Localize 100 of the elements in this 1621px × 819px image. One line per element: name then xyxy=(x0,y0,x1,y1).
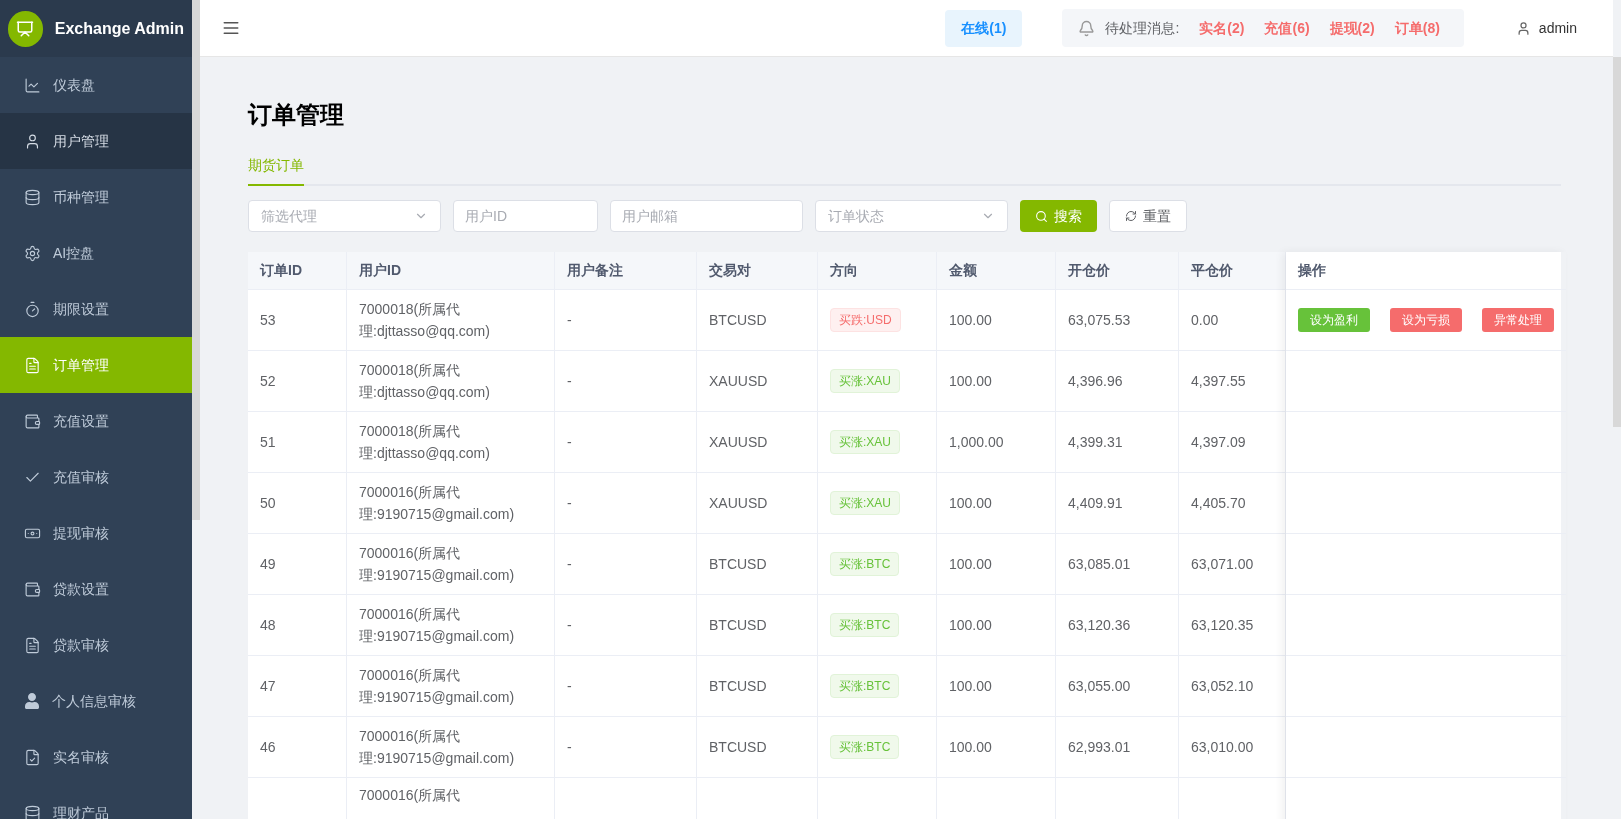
search-icon xyxy=(1035,209,1048,223)
table-cell-text: 4,399.31 xyxy=(1068,432,1123,452)
wallet-icon xyxy=(24,412,41,430)
settings-icon xyxy=(24,244,41,262)
table-cell-text: 7000018(所属代 理:djttasso@qq.com) xyxy=(359,422,490,463)
page-title: 订单管理 xyxy=(248,100,345,130)
table-cell-text: BTCUSD xyxy=(709,676,767,696)
direction-tag: 买涨:XAU xyxy=(830,369,900,393)
table-cell-text: 100.00 xyxy=(949,615,992,635)
table-cell-text: 50 xyxy=(260,493,276,513)
direction-tag: 买涨:BTC xyxy=(830,735,900,759)
table-cell-text: 53 xyxy=(260,310,276,330)
table-cell-text: 48 xyxy=(260,615,276,635)
table-cell-text: XAUUSD xyxy=(709,432,768,452)
table-cell-text: 63,085.01 xyxy=(1068,554,1131,574)
table-cell-text: 4,405.70 xyxy=(1191,493,1246,513)
table-cell-text: 100.00 xyxy=(949,371,992,391)
column-header: 订单ID xyxy=(248,252,347,290)
column-header: 操作 xyxy=(1298,261,1326,280)
refresh-icon xyxy=(1125,210,1137,222)
reset-button[interactable]: 重置 xyxy=(1109,200,1187,232)
wallet-icon xyxy=(24,580,41,598)
stopwatch-icon xyxy=(24,300,41,318)
table-cell-text: - xyxy=(567,676,572,696)
sidebar-item[interactable]: 充值设置 xyxy=(0,393,192,449)
table-cell-text: 100.00 xyxy=(949,737,992,757)
sidebar-item[interactable]: 个人信息审核 xyxy=(0,673,192,729)
column-header: 用户备注 xyxy=(555,252,697,290)
brand-title: Exchange Admin xyxy=(54,18,184,39)
direction-tag: 买涨:XAU xyxy=(830,491,900,515)
sidebar-item[interactable]: 贷款设置 xyxy=(0,561,192,617)
sidebar-item[interactable]: 充值审核 xyxy=(0,449,192,505)
logo-icon xyxy=(8,10,43,47)
table-cell-text: 63,010.00 xyxy=(1191,737,1254,757)
table-cell-text: - xyxy=(567,554,572,574)
input-field[interactable]: 用户ID xyxy=(453,200,598,232)
table-cell-text: 0.00 xyxy=(1191,310,1219,330)
column-header: 平仓价 xyxy=(1179,252,1286,290)
user-icon[interactable] xyxy=(1515,20,1531,36)
table-cell-text: 46 xyxy=(260,737,276,757)
sidebar-item[interactable]: 仪表盘 xyxy=(0,57,192,113)
document-check-icon xyxy=(24,748,41,766)
table-cell-text: 7000016(所属代 理:9190715@gmail.com) xyxy=(359,605,515,646)
table-cell-text: 100.00 xyxy=(949,310,992,330)
table-cell-text: 7000016(所属代 xyxy=(359,786,461,805)
table-cell-text: BTCUSD xyxy=(709,737,767,757)
table-cell-text: 7000016(所属代 理:9190715@gmail.com) xyxy=(359,483,515,524)
table-cell-text: 63,120.35 xyxy=(1191,615,1254,635)
table-cell-text: 4,409.91 xyxy=(1068,493,1123,513)
table-cell-text: 63,075.53 xyxy=(1068,310,1131,330)
sidebar-item[interactable]: 实名审核 xyxy=(0,729,192,785)
username[interactable]: admin xyxy=(1538,17,1577,39)
document-icon xyxy=(24,356,41,374)
direction-tag: 买跌:USD xyxy=(830,308,901,332)
sidebar-item[interactable]: AI控盘 xyxy=(0,225,192,281)
table-cell-text: - xyxy=(567,493,572,513)
table-cell-text: 49 xyxy=(260,554,276,574)
person-icon xyxy=(24,693,40,709)
table-cell-text: 7000018(所属代 理:djttasso@qq.com) xyxy=(359,300,490,341)
table-cell-text: 47 xyxy=(260,676,276,696)
table-cell-text: 100.00 xyxy=(949,676,992,696)
table-cell-text: BTCUSD xyxy=(709,310,767,330)
table-cell-text: 63,120.36 xyxy=(1068,615,1131,635)
menu-icon[interactable] xyxy=(222,19,240,37)
table-cell-text: - xyxy=(567,371,572,391)
table-cell-text: 4,396.96 xyxy=(1068,371,1123,391)
table-cell-text: - xyxy=(567,310,572,330)
direction-tag: 买涨:BTC xyxy=(830,552,900,576)
table-cell-text: 52 xyxy=(260,371,276,391)
table-cell-text: 1,000.00 xyxy=(949,432,1004,452)
chart-icon xyxy=(24,76,41,94)
table-cell-text: 51 xyxy=(260,432,276,452)
column-header: 方向 xyxy=(818,252,937,290)
table-cell-text: 7000018(所属代 理:djttasso@qq.com) xyxy=(359,361,490,402)
table-cell-text: 4,397.55 xyxy=(1191,371,1246,391)
column-header: 开仓价 xyxy=(1056,252,1179,290)
input-field[interactable]: 用户邮箱 xyxy=(610,200,803,232)
table-cell-text: 7000016(所属代 理:9190715@gmail.com) xyxy=(359,544,515,585)
table-cell-text: 100.00 xyxy=(949,493,992,513)
sidebar-item[interactable]: 币种管理 xyxy=(0,169,192,225)
bell-icon[interactable] xyxy=(1078,19,1096,37)
table-cell-text: - xyxy=(567,737,572,757)
table-cell-text: 100.00 xyxy=(949,554,992,574)
table-cell-text: - xyxy=(567,615,572,635)
table-cell-text: 62,993.01 xyxy=(1068,737,1131,757)
sidebar-item[interactable]: 期限设置 xyxy=(0,281,192,337)
database-icon xyxy=(24,188,41,206)
table-cell-text: XAUUSD xyxy=(709,493,768,513)
direction-tag: 买涨:BTC xyxy=(830,674,900,698)
sidebar-item[interactable]: 理财产品 xyxy=(0,785,192,819)
document-icon xyxy=(24,636,41,654)
sidebar-item[interactable]: 用户管理 xyxy=(0,113,192,169)
table-cell-text: 63,071.00 xyxy=(1191,554,1254,574)
online-badge: 在线(1) xyxy=(945,9,1023,47)
direction-tag: 买涨:XAU xyxy=(830,430,900,454)
column-header: 用户ID xyxy=(347,252,555,290)
sidebar-item[interactable]: 提现审核 xyxy=(0,505,192,561)
pending-label: 待处理消息: xyxy=(1105,18,1180,38)
sidebar-item[interactable]: 贷款审核 xyxy=(0,617,192,673)
table-cell-text: BTCUSD xyxy=(709,554,767,574)
